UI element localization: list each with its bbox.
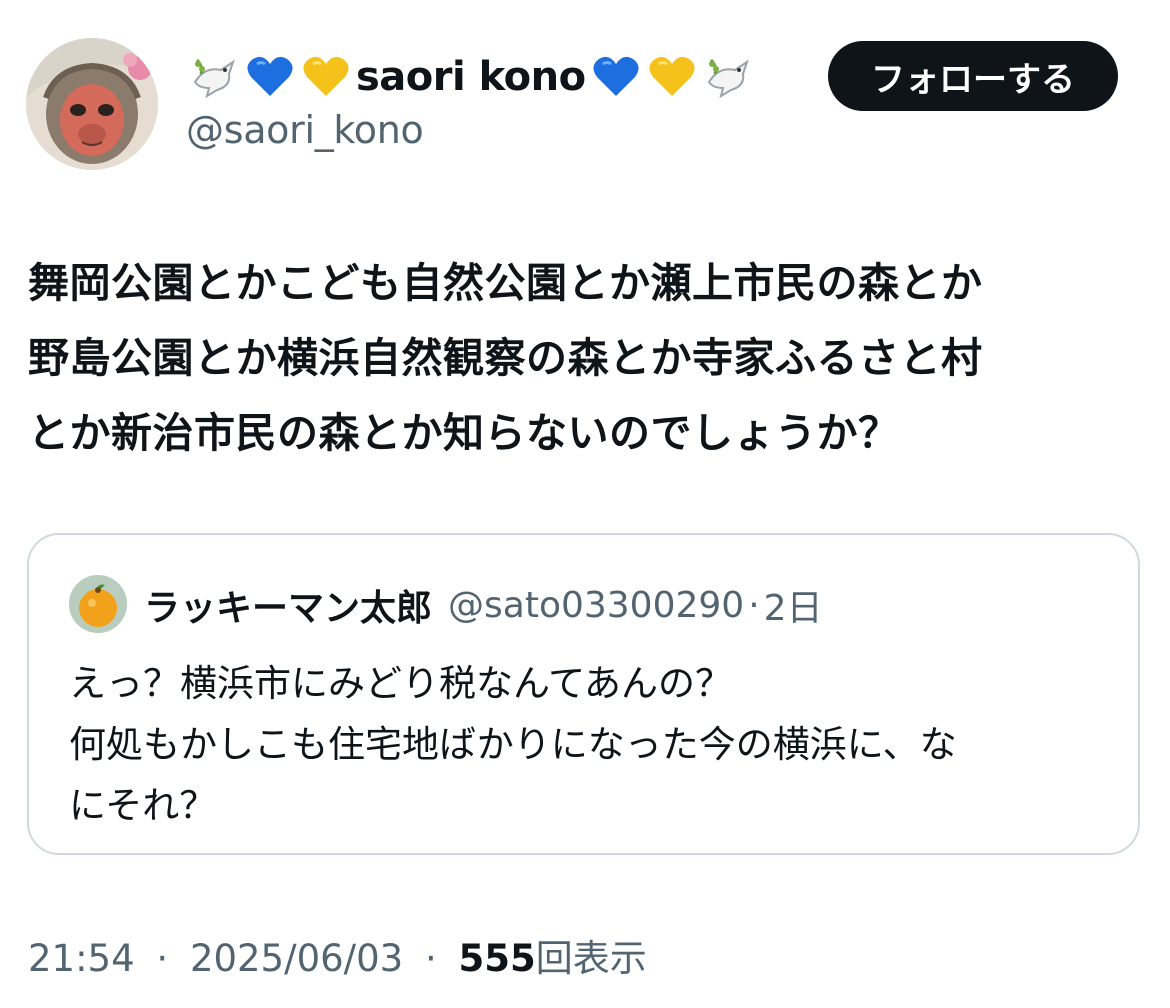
quoted-handle[interactable]: @sato03300290 [448,585,744,626]
tweet-line: とか新治市民の森とか知らないのでしょうか？ [28,409,900,457]
monkey-painting-avatar-icon [26,38,158,170]
blue-heart-icon [588,49,644,105]
views-label: 回表示 [535,937,647,980]
quoted-tweet-header: ラッキーマン太郎 @sato03300290 · 2日 [144,579,823,631]
author-display-name[interactable]: saori kono [356,54,586,100]
tweet-text: 舞岡公園とかこども自然公園とか瀬上市民の森とか 野島公園とか横浜自然観察の森とか… [28,246,1143,471]
quoted-tweet-text: えっ？横浜市にみどり税なんてあんの？ 何処もかしこも住宅地ばかりになった今の横浜… [69,653,957,836]
quoted-author-avatar[interactable] [69,575,127,633]
quoted-tweet-card[interactable]: ラッキーマン太郎 @sato03300290 · 2日 えっ？横浜市にみどり税な… [27,533,1140,855]
blue-heart-icon [242,49,298,105]
author-name-row[interactable]: saori kono [186,44,756,110]
tweet-time[interactable]: 21:54 [28,937,135,980]
dove-icon [700,49,756,105]
tweet-meta: 21:54 · 2025/06/03 · 555回表示 [28,928,647,982]
follow-button[interactable]: フォローする [828,41,1118,111]
yellow-heart-icon [644,49,700,105]
separator-dot: · [748,584,760,626]
quoted-display-name[interactable]: ラッキーマン太郎 [144,579,432,631]
views-count: 555 [458,937,536,980]
quoted-tweet-line: 何処もかしこも住宅地ばかりになった今の横浜に、な [69,723,957,766]
tweet-line: 野島公園とか横浜自然観察の森とか寺家ふるさと村 [28,334,983,382]
author-avatar[interactable] [26,38,158,170]
yellow-heart-icon [298,49,354,105]
dove-icon [186,49,242,105]
author-handle[interactable]: @saori_kono [186,108,424,152]
tweet-date[interactable]: 2025/06/03 [190,937,403,980]
separator-dot: · [424,937,437,980]
tweet-line: 舞岡公園とかこども自然公園とか瀬上市民の森とか [28,259,983,307]
quoted-time[interactable]: 2日 [764,579,823,631]
separator-dot: · [156,937,169,980]
quoted-tweet-line: にそれ？ [69,784,217,827]
quoted-tweet-line: えっ？横浜市にみどり税なんてあんの？ [69,662,733,705]
orange-fruit-avatar-icon [69,575,127,633]
